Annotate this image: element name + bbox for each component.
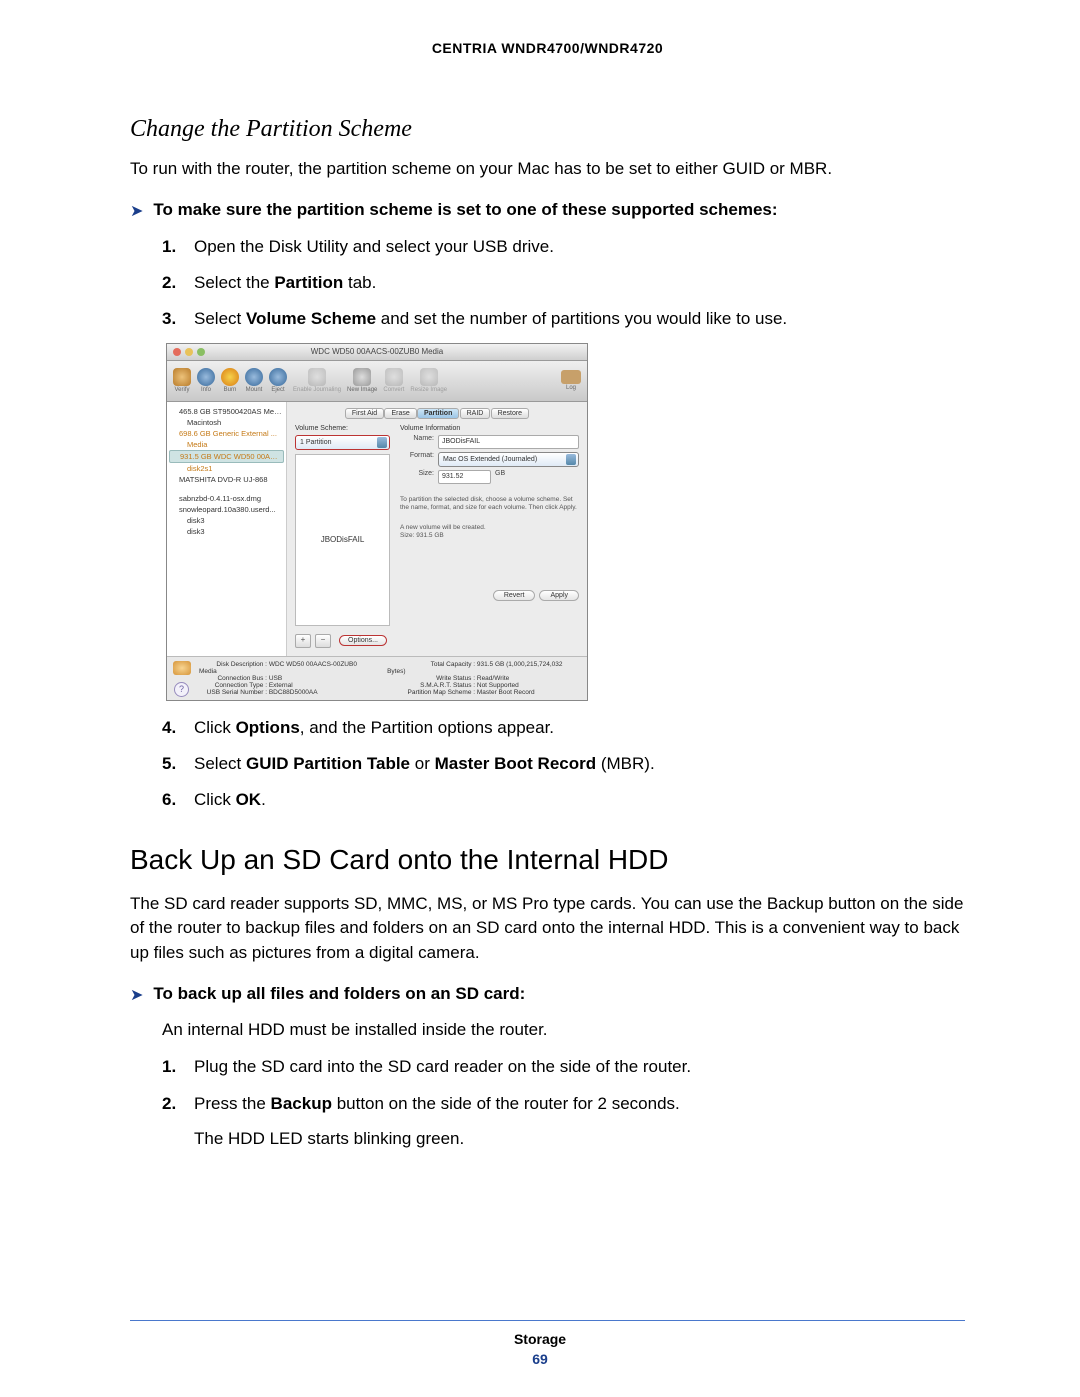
footer-section: Storage bbox=[0, 1331, 1080, 1347]
tab-partition[interactable]: Partition bbox=[417, 408, 459, 419]
name-field[interactable]: JBODisFAIL bbox=[438, 435, 579, 449]
step-a4: Click Options, and the Partition options… bbox=[194, 715, 965, 741]
steps-list-a: 1.Open the Disk Utility and select your … bbox=[162, 234, 965, 333]
step-a6: Click OK. bbox=[194, 787, 965, 813]
step-b1: Plug the SD card into the SD card reader… bbox=[194, 1054, 965, 1080]
step-a3: Select Volume Scheme and set the number … bbox=[194, 306, 965, 332]
sidebar-item-disk2[interactable]: 698.6 GB Generic External ... bbox=[169, 428, 284, 439]
tab-first-aid[interactable]: First Aid bbox=[345, 408, 384, 419]
sidebar-item-dmg2a[interactable]: disk3 bbox=[169, 515, 284, 526]
verify-icon bbox=[173, 368, 191, 386]
help-icon[interactable]: ? bbox=[174, 682, 189, 697]
arrow-icon: ➤ bbox=[130, 200, 143, 224]
convert-icon bbox=[385, 368, 403, 386]
procedure-heading-b-text: To back up all files and folders on an S… bbox=[153, 984, 525, 1004]
new-image-button[interactable]: New Image bbox=[347, 368, 377, 394]
eject-icon bbox=[269, 368, 287, 386]
log-button[interactable]: Log bbox=[561, 370, 581, 391]
step-a2: Select the Partition tab. bbox=[194, 270, 965, 296]
sidebar-item-disk2a[interactable]: Media bbox=[169, 439, 284, 450]
add-partition-button[interactable]: + bbox=[295, 634, 311, 648]
intro-para-b: The SD card reader supports SD, MMC, MS,… bbox=[130, 892, 965, 966]
steps-list-a-cont: 4. Click Options, and the Partition opti… bbox=[162, 715, 965, 814]
footer-page-number: 69 bbox=[0, 1351, 1080, 1367]
procedure-heading-text: To make sure the partition scheme is set… bbox=[153, 200, 777, 220]
sidebar-item-dmg2[interactable]: snowleopard.10a380.userd... bbox=[169, 504, 284, 515]
resize-image-button: Resize Image bbox=[410, 368, 447, 394]
size-field[interactable]: 931.52 bbox=[438, 470, 491, 484]
revert-button[interactable]: Revert bbox=[493, 590, 536, 601]
size-label: Size: bbox=[400, 470, 434, 484]
disk-icon bbox=[173, 661, 191, 675]
toolbar: Verify Info Burn Mount Eject Enable Jour… bbox=[167, 361, 587, 402]
convert-button: Convert bbox=[383, 368, 404, 394]
info-bar: ? Disk Description : WDC WD50 00AACS-00Z… bbox=[167, 656, 587, 700]
burn-button[interactable]: Burn bbox=[221, 368, 239, 394]
size-units: GB bbox=[495, 470, 505, 484]
tab-restore[interactable]: Restore bbox=[491, 408, 530, 419]
enable-journaling-button: Enable Journaling bbox=[293, 368, 341, 394]
format-label: Format: bbox=[400, 452, 434, 467]
options-button[interactable]: Options... bbox=[339, 635, 387, 646]
procedure-heading-a: ➤ To make sure the partition scheme is s… bbox=[130, 200, 965, 224]
info-button[interactable]: Info bbox=[197, 368, 215, 394]
verify-button[interactable]: Verify bbox=[173, 368, 191, 394]
disk-utility-screenshot: WDC WD50 00AACS-00ZUB0 Media Verify Info… bbox=[166, 343, 588, 701]
volume-scheme-dropdown[interactable]: 1 Partition bbox=[295, 435, 390, 450]
procedure-heading-b: ➤ To back up all files and folders on an… bbox=[130, 984, 965, 1008]
tab-bar: First Aid Erase Partition RAID Restore bbox=[295, 408, 579, 419]
resize-icon bbox=[420, 368, 438, 386]
volume-info-heading: Volume Information bbox=[400, 425, 579, 432]
sidebar-item-disk1[interactable]: 465.8 GB ST9500420AS Media bbox=[169, 406, 284, 417]
pre-note-b: An internal HDD must be installed inside… bbox=[162, 1018, 965, 1043]
partition-layout-box[interactable]: JBODisFAIL bbox=[295, 454, 390, 626]
volume-scheme-label: Volume Scheme: bbox=[295, 425, 390, 432]
tab-erase[interactable]: Erase bbox=[384, 408, 416, 419]
sidebar-item-dvd[interactable]: MATSHITA DVD-R UJ-868 bbox=[169, 474, 284, 485]
eject-button[interactable]: Eject bbox=[269, 368, 287, 394]
page-header: CENTRIA WNDR4700/WNDR4720 bbox=[130, 40, 965, 56]
tab-raid[interactable]: RAID bbox=[460, 408, 491, 419]
step-a5: Select GUID Partition Table or Master Bo… bbox=[194, 751, 965, 777]
step-b2: Press the Backup button on the side of t… bbox=[194, 1091, 965, 1117]
intro-para-a: To run with the router, the partition sc… bbox=[130, 157, 965, 182]
heading-backup-sd: Back Up an SD Card onto the Internal HDD bbox=[130, 844, 965, 876]
mount-icon bbox=[245, 368, 263, 386]
sidebar-item-dmg2b[interactable]: disk3 bbox=[169, 526, 284, 537]
steps-list-b: 1.Plug the SD card into the SD card read… bbox=[162, 1054, 965, 1117]
partition-note-2: A new volume will be created. Size: 931.… bbox=[400, 524, 579, 540]
step-b2-post: The HDD LED starts blinking green. bbox=[194, 1127, 965, 1152]
sidebar-item-disk1a[interactable]: Macintosh bbox=[169, 417, 284, 428]
remove-partition-button[interactable]: − bbox=[315, 634, 331, 648]
window-title: WDC WD50 00AACS-00ZUB0 Media bbox=[167, 347, 587, 356]
window-titlebar: WDC WD50 00AACS-00ZUB0 Media bbox=[167, 344, 587, 361]
journaling-icon bbox=[308, 368, 326, 386]
apply-button[interactable]: Apply bbox=[539, 590, 579, 601]
device-sidebar: 465.8 GB ST9500420AS Media Macintosh 698… bbox=[167, 402, 287, 656]
log-icon bbox=[561, 370, 581, 384]
page-footer: Storage 69 bbox=[0, 1320, 1080, 1367]
new-image-icon bbox=[353, 368, 371, 386]
step-a1: Open the Disk Utility and select your US… bbox=[194, 234, 965, 260]
partition-note-1: To partition the selected disk, choose a… bbox=[400, 496, 579, 512]
mount-button[interactable]: Mount bbox=[245, 368, 263, 394]
sidebar-item-dmg1[interactable]: sabnzbd-0.4.11-osx.dmg bbox=[169, 493, 284, 504]
format-dropdown[interactable]: Mac OS Extended (Journaled) bbox=[438, 452, 579, 467]
name-label: Name: bbox=[400, 435, 434, 449]
arrow-icon: ➤ bbox=[130, 984, 143, 1008]
info-icon bbox=[197, 368, 215, 386]
sidebar-item-disk3a[interactable]: disk2s1 bbox=[169, 463, 284, 474]
sidebar-item-disk3[interactable]: 931.5 GB WDC WD50 00AA... bbox=[169, 450, 284, 463]
partition-name: JBODisFAIL bbox=[321, 535, 365, 544]
burn-icon bbox=[221, 368, 239, 386]
heading-change-partition: Change the Partition Scheme bbox=[130, 116, 965, 143]
